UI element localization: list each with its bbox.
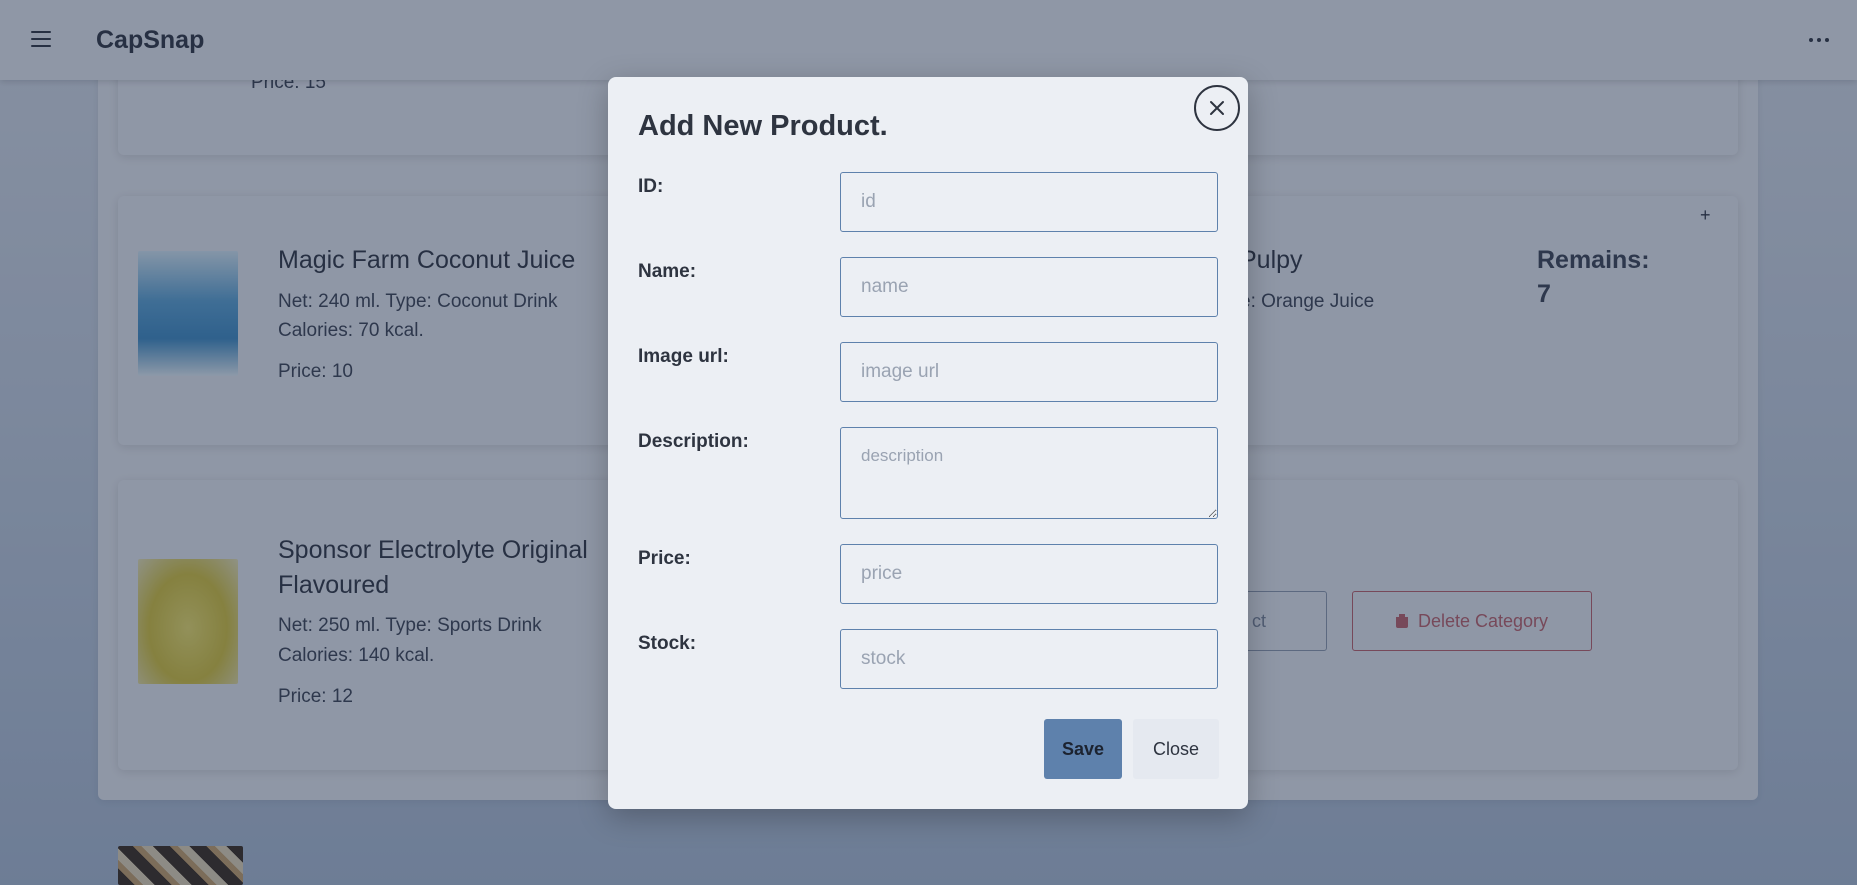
- close-icon: [1210, 101, 1224, 115]
- name-label: Name:: [638, 261, 697, 282]
- description-label: Description:: [638, 431, 749, 452]
- price-label: Price:: [638, 548, 691, 569]
- stock-input[interactable]: [840, 629, 1218, 689]
- image-url-label: Image url:: [638, 346, 729, 367]
- add-product-modal: Add New Product. ID: Name: Image url: De…: [608, 77, 1248, 809]
- modal-title: Add New Product.: [638, 110, 888, 142]
- stock-label: Stock:: [638, 633, 697, 654]
- description-textarea[interactable]: [840, 427, 1218, 519]
- id-input[interactable]: [840, 172, 1218, 232]
- name-input[interactable]: [840, 257, 1218, 317]
- price-input[interactable]: [840, 544, 1218, 604]
- save-button[interactable]: Save: [1044, 719, 1122, 779]
- id-label: ID:: [638, 176, 664, 197]
- image-url-input[interactable]: [840, 342, 1218, 402]
- modal-close-button[interactable]: [1194, 85, 1240, 131]
- close-button[interactable]: Close: [1133, 719, 1219, 779]
